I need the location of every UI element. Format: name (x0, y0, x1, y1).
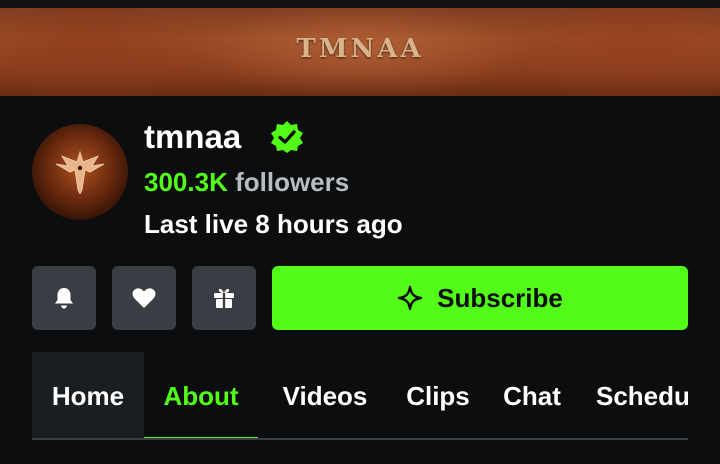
gift-button[interactable] (192, 266, 256, 330)
channel-page: TMNAA tmnaa 300.3K followers Last live 8… (0, 0, 720, 464)
sparkle-icon (397, 285, 423, 311)
followers-count: 300.3K (144, 167, 228, 197)
followers-label: followers (235, 167, 350, 197)
channel-tabs: Home About Videos Clips Chat Schedu (32, 352, 688, 440)
tab-clips[interactable]: Clips (392, 352, 484, 440)
channel-name: tmnaa (144, 118, 242, 155)
tab-about[interactable]: About (144, 352, 258, 440)
tab-videos[interactable]: Videos (258, 352, 392, 440)
subscribe-label: Subscribe (437, 282, 563, 313)
follow-button[interactable] (112, 266, 176, 330)
followers-info: 300.3K followers (144, 164, 349, 200)
verified-badge-icon (270, 120, 304, 154)
avatar[interactable] (32, 124, 128, 220)
tabs-divider (32, 438, 688, 440)
avatar-emblem-icon (55, 150, 105, 194)
tab-schedule[interactable]: Schedu (596, 352, 688, 440)
channel-banner: TMNAA (0, 0, 720, 96)
bell-icon (55, 288, 73, 309)
banner-logo: TMNAA (296, 34, 424, 64)
tab-home[interactable]: Home (32, 352, 144, 440)
tab-about-label: About (163, 380, 239, 411)
banner-top-edge (0, 0, 720, 8)
heart-icon (132, 288, 156, 308)
subscribe-button[interactable]: Subscribe (272, 266, 688, 330)
last-live-status: Last live 8 hours ago (144, 209, 403, 239)
notifications-button[interactable] (32, 266, 96, 330)
gift-icon (214, 288, 234, 308)
tab-chat[interactable]: Chat (484, 352, 580, 440)
